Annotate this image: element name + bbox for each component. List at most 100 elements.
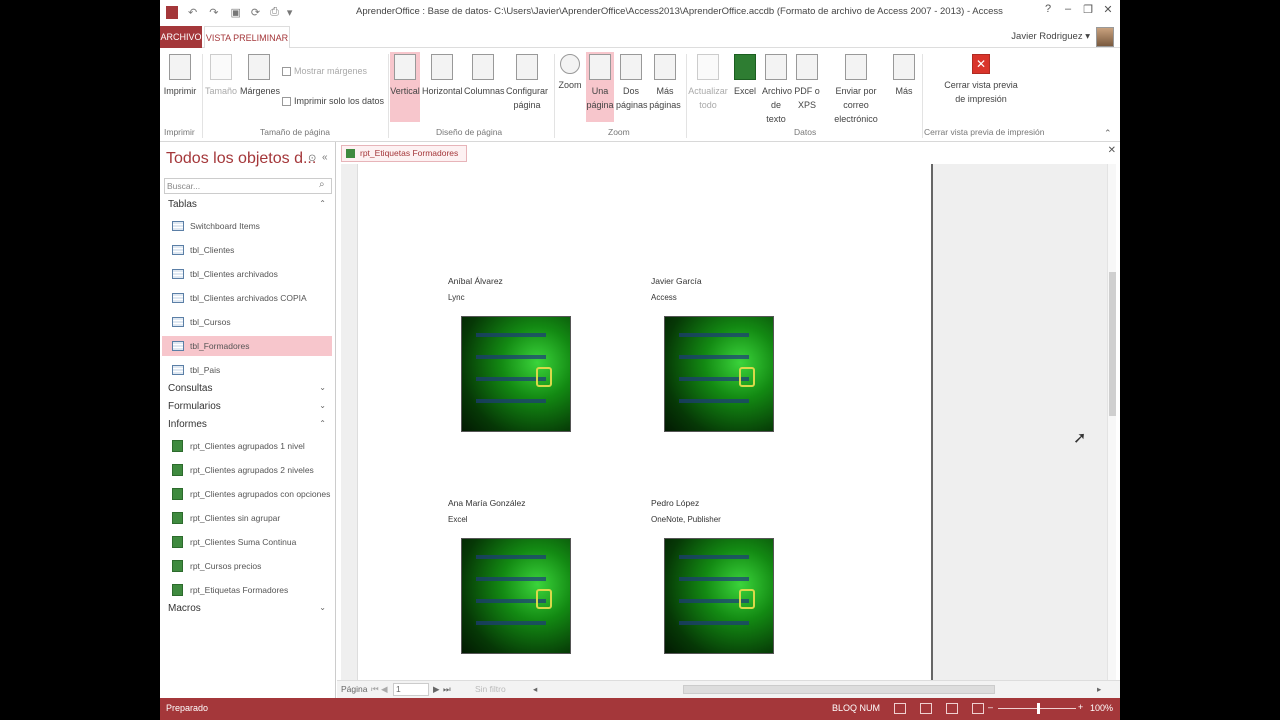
- columns-button[interactable]: Columnas: [464, 52, 505, 122]
- document-area: rpt_Etiquetas Formadores ✕ Aníbal Álvare…: [337, 142, 1120, 698]
- layout-view-icon[interactable]: [946, 703, 958, 714]
- nav-table-item[interactable]: tbl_Clientes: [162, 240, 332, 260]
- nav-search-input[interactable]: Buscar...: [164, 178, 332, 194]
- previous-page-icon[interactable]: ◀: [381, 684, 388, 695]
- zoom-out-icon[interactable]: –: [988, 702, 993, 712]
- nav-report-item[interactable]: rpt_Clientes agrupados 1 nivel: [162, 436, 332, 456]
- customize-qat-icon[interactable]: ▾: [287, 6, 293, 19]
- page-number-input[interactable]: 1: [393, 683, 429, 696]
- portrait-button[interactable]: Vertical: [390, 52, 420, 122]
- first-page-icon[interactable]: ⏮: [371, 684, 379, 695]
- undo-icon[interactable]: ↶: [188, 6, 197, 19]
- collapse-nav-icon[interactable]: «: [322, 152, 328, 163]
- section-tablas[interactable]: Tablas ⌃: [168, 199, 328, 210]
- size-button[interactable]: Tamaño: [204, 52, 238, 122]
- restore-button[interactable]: ❐: [1078, 3, 1098, 19]
- one-page-icon: [589, 54, 611, 80]
- preview-canvas: Aníbal Álvarez Lync Javier García Access Ana…: [341, 164, 1107, 680]
- ribbon-tabs: ARCHIVO VISTA PRELIMINAR Javier Rodrigue…: [160, 26, 1120, 48]
- email-label: Enviar por correo electrónico: [834, 86, 878, 124]
- print-preview-icon[interactable]: ⎙: [270, 6, 279, 19]
- export-excel-button[interactable]: Excel: [730, 52, 760, 122]
- section-informes[interactable]: Informes ⌃: [168, 419, 328, 430]
- margins-label: Márgenes: [240, 86, 281, 96]
- more-pages-button[interactable]: Más páginas: [648, 52, 682, 122]
- group-diseno-label: Diseño de página: [436, 127, 503, 137]
- report-icon: [172, 464, 183, 476]
- zoom-button[interactable]: Zoom: [556, 52, 584, 122]
- nav-report-item[interactable]: rpt_Clientes Suma Continua: [162, 532, 332, 552]
- report-icon: [172, 536, 183, 548]
- nav-table-item[interactable]: Switchboard Items: [162, 216, 332, 236]
- section-tablas-label: Tablas: [168, 199, 197, 210]
- print-preview-view-icon[interactable]: [894, 703, 906, 714]
- more-export-button[interactable]: Más: [890, 52, 918, 122]
- landscape-button[interactable]: Horizontal: [422, 52, 463, 122]
- save-icon[interactable]: ▣: [230, 6, 240, 19]
- tab-archivo[interactable]: ARCHIVO: [160, 26, 202, 48]
- page-setup-button[interactable]: Configurar página: [504, 52, 550, 122]
- close-window-button[interactable]: ✕: [1098, 3, 1118, 19]
- scroll-right-icon[interactable]: ▸: [1097, 684, 1101, 695]
- show-margins-checkbox[interactable]: Mostrar márgenes: [282, 66, 367, 76]
- checkbox-icon: [282, 96, 291, 106]
- last-page-icon[interactable]: ⏭: [443, 684, 451, 695]
- group-cerrar-label: Cerrar vista previa de impresión: [924, 127, 1045, 137]
- zoom-slider-knob[interactable]: [1037, 703, 1040, 714]
- design-view-icon[interactable]: [972, 703, 984, 714]
- search-icon[interactable]: ⌕: [319, 179, 325, 190]
- nav-table-item[interactable]: tbl_Pais: [162, 360, 332, 380]
- nav-report-item[interactable]: rpt_Clientes sin agrupar: [162, 508, 332, 528]
- show-margins-label: Mostrar márgenes: [294, 66, 368, 76]
- one-page-label: Una página: [586, 86, 614, 110]
- nav-report-item[interactable]: rpt_Clientes agrupados 2 niveles: [162, 460, 332, 480]
- zoom-in-icon[interactable]: +: [1078, 702, 1083, 712]
- print-button[interactable]: Imprimir: [162, 52, 198, 122]
- next-page-icon[interactable]: ▶: [433, 684, 440, 695]
- nav-report-item[interactable]: rpt_Etiquetas Formadores: [162, 580, 332, 600]
- print-data-only-checkbox[interactable]: Imprimir solo los datos: [282, 96, 384, 106]
- horizontal-scroll-thumb[interactable]: [683, 685, 995, 694]
- close-document-icon[interactable]: ✕: [1108, 145, 1116, 156]
- minimize-button[interactable]: –: [1058, 3, 1078, 19]
- two-pages-button[interactable]: Dos páginas: [616, 52, 648, 122]
- collapse-ribbon-icon[interactable]: ⌃: [1104, 128, 1112, 139]
- page-setup-label: Configurar página: [505, 86, 549, 110]
- group-separator: [922, 54, 923, 138]
- nav-report-item[interactable]: rpt_Cursos precios: [162, 556, 332, 576]
- refresh-all-button[interactable]: Actualizar todo: [688, 52, 728, 122]
- section-macros[interactable]: Macros ⌄: [168, 603, 328, 614]
- report-view-icon[interactable]: [920, 703, 932, 714]
- nav-menu-icon[interactable]: ⊙: [308, 153, 316, 164]
- nav-table-item[interactable]: tbl_Clientes archivados COPIA: [162, 288, 332, 308]
- nav-table-item[interactable]: tbl_Clientes archivados: [162, 264, 332, 284]
- user-name[interactable]: Javier Rodriguez ▾: [1011, 31, 1090, 42]
- filter-status[interactable]: Sin filtro: [475, 684, 506, 694]
- close-preview-button[interactable]: ✕ Cerrar vista previa de impresión: [940, 52, 1022, 122]
- tab-vista-preliminar[interactable]: VISTA PRELIMINAR: [204, 26, 290, 48]
- table-icon: [172, 365, 184, 375]
- email-button[interactable]: Enviar por correo electrónico: [824, 52, 888, 124]
- document-tab[interactable]: rpt_Etiquetas Formadores: [341, 145, 468, 162]
- one-page-button[interactable]: Una página: [586, 52, 614, 122]
- sync-icon[interactable]: ⟳: [251, 6, 260, 19]
- export-pdf-button[interactable]: PDF o XPS: [792, 52, 822, 122]
- avatar[interactable]: [1096, 27, 1114, 47]
- nav-table-item[interactable]: tbl_Cursos: [162, 312, 332, 332]
- section-macros-label: Macros: [168, 603, 201, 614]
- help-button[interactable]: ?: [1038, 3, 1058, 19]
- scroll-left-icon[interactable]: ◂: [533, 684, 537, 695]
- section-formularios[interactable]: Formularios ⌄: [168, 401, 328, 412]
- redo-icon[interactable]: ↷: [209, 6, 218, 19]
- vertical-scrollbar[interactable]: [1107, 164, 1116, 680]
- zoom-level[interactable]: 100%: [1090, 703, 1113, 713]
- export-text-button[interactable]: Archivo de texto: [762, 52, 792, 124]
- nav-report-item[interactable]: rpt_Clientes agrupados con opciones: [162, 484, 332, 504]
- section-consultas[interactable]: Consultas ⌄: [168, 383, 328, 394]
- nav-table-item-label: tbl_Formadores: [190, 341, 250, 351]
- zoom-label: Zoom: [558, 80, 582, 90]
- margins-button[interactable]: Márgenes: [240, 52, 281, 122]
- nav-table-item[interactable]: tbl_Formadores: [162, 336, 332, 356]
- nav-title[interactable]: Todos los objetos d...: [166, 150, 316, 168]
- scroll-thumb[interactable]: [1109, 272, 1116, 416]
